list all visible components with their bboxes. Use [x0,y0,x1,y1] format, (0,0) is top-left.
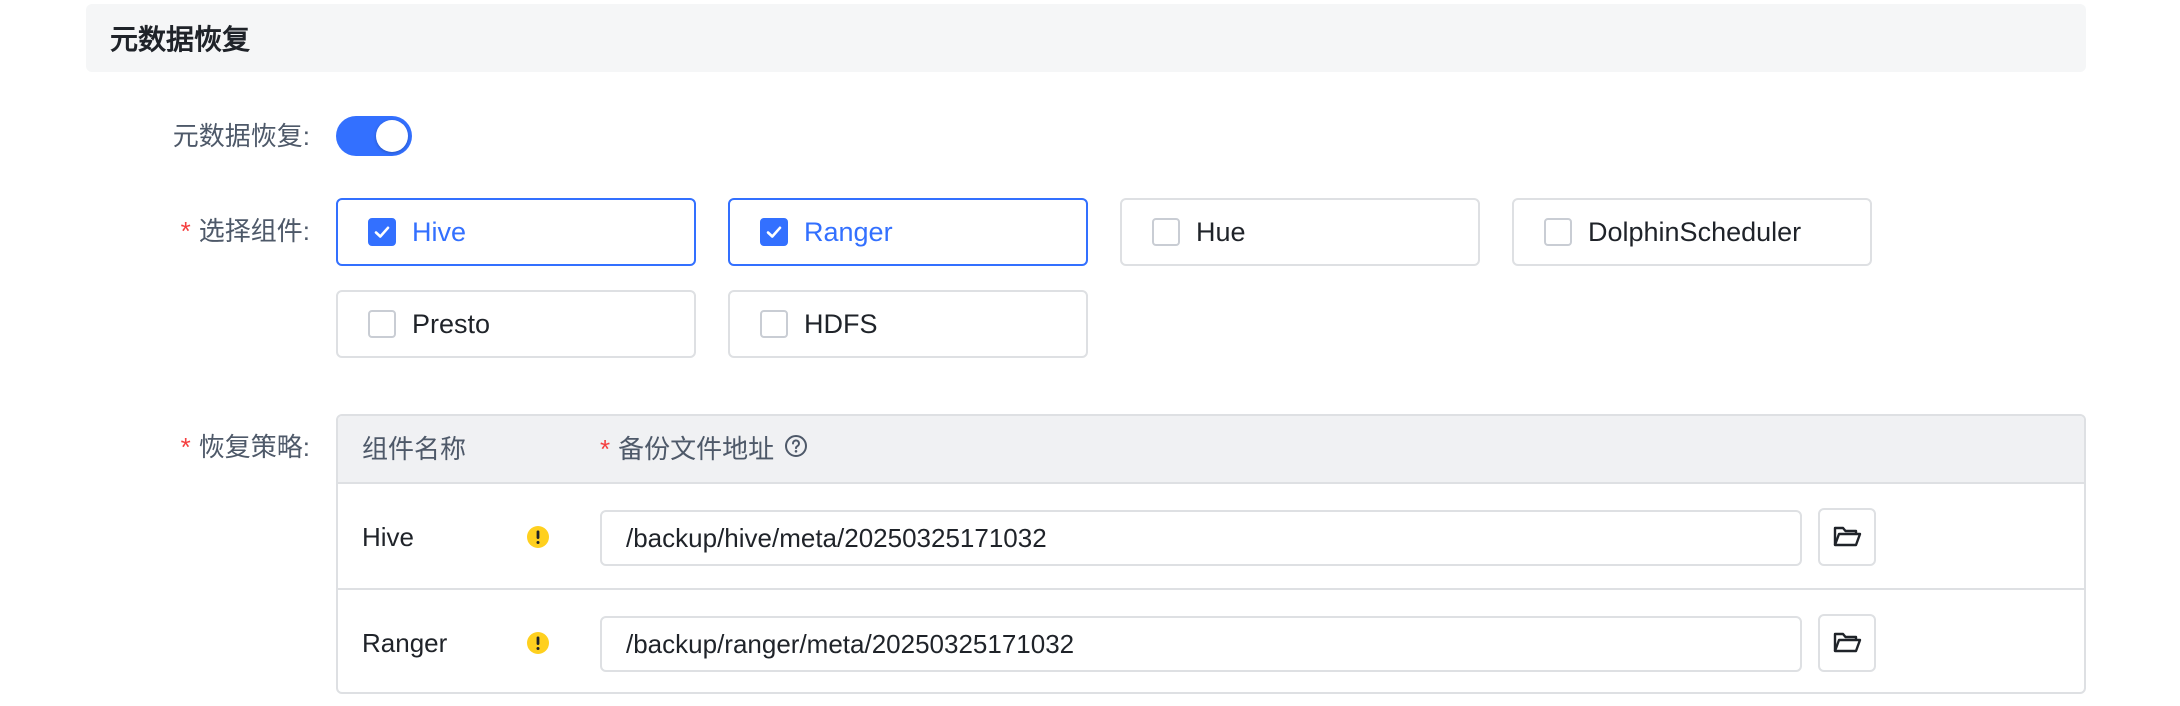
folder-open-icon [1833,526,1862,547]
table-header: 组件名称 * 备份文件地址 [338,416,2084,484]
backup-path-input[interactable] [600,616,1802,672]
component-checkbox-dolphinscheduler[interactable]: DolphinScheduler [1512,198,1872,266]
component-checkbox-hdfs[interactable]: HDFS [728,290,1088,358]
row-component-name: Hive [362,522,415,552]
column-header-component-name: 组件名称 [362,434,467,464]
required-mark: * [180,432,191,462]
table-row: Hive [338,484,2084,590]
restore-switch-label: 元数据恢复: [172,121,310,151]
checkbox-label: Hue [1196,216,1246,247]
restore-strategy-table: 组件名称 *备份文件地址 Hive Ranger [336,414,2086,694]
required-mark: * [180,216,191,246]
checkbox-box [368,218,396,246]
checkbox-label: HDFS [804,308,878,339]
checkbox-label: Hive [412,216,467,247]
checkbox-box [1544,218,1572,246]
backup-path-input[interactable] [600,510,1802,566]
checkbox-label: Ranger [804,216,893,247]
section-header: 元数据恢复 [86,4,2086,72]
component-checkbox-hue[interactable]: Hue [1120,198,1480,266]
components-label: * 选择组件: [180,216,310,246]
exclamation-circle-icon[interactable] [526,631,550,660]
checkbox-label: DolphinScheduler [1588,216,1802,247]
check-icon [766,226,782,238]
checkbox-box [760,310,788,338]
browse-folder-button[interactable] [1818,614,1876,672]
component-checkbox-hive[interactable]: Hive [336,198,696,266]
checkbox-box [1152,218,1180,246]
browse-folder-button[interactable] [1818,508,1876,566]
component-checkbox-ranger[interactable]: Ranger [728,198,1088,266]
table-row: Ranger [338,590,2084,692]
exclamation-circle-icon[interactable] [526,525,550,554]
component-checkbox-presto[interactable]: Presto [336,290,696,358]
switch-knob [376,120,408,152]
check-icon [374,226,390,238]
required-mark: * [600,434,611,464]
row-component-name: Ranger [362,628,448,658]
section-title: 元数据恢复 [110,24,251,55]
folder-open-icon [1833,632,1862,653]
checkbox-box [760,218,788,246]
checkbox-label: Presto [412,308,491,339]
checkbox-box [368,310,396,338]
restore-switch[interactable] [336,116,412,156]
question-circle-icon[interactable] [784,416,808,482]
strategy-label: * 恢复策略: [180,432,310,462]
column-header-backup-path: * 备份文件地址 [600,416,808,482]
